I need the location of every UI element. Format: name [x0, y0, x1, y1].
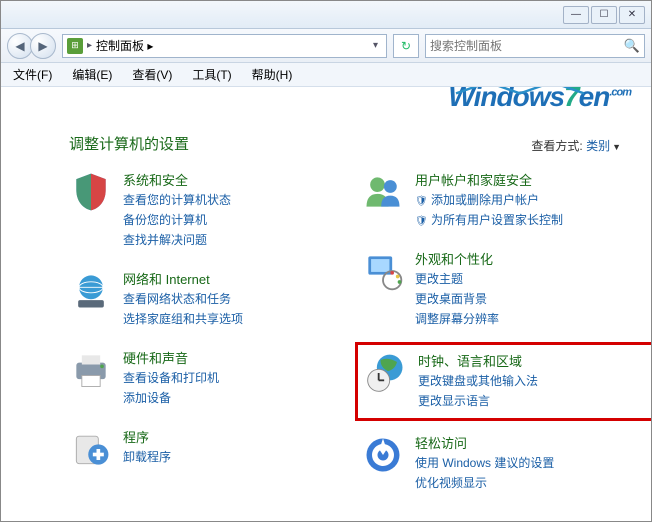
- cat-programs: 程序 卸载程序: [69, 427, 339, 471]
- control-panel-window: — ☐ ✕ ◀ ▶ ⊞ ▸ 控制面板 ▸ ▾ ↻ 🔍 文件(F) 编辑(E) 查…: [0, 0, 652, 522]
- users-icon: [361, 170, 405, 214]
- menu-file[interactable]: 文件(F): [9, 64, 56, 85]
- cat-clock-language-region: 时钟、语言和区域 更改键盘或其他输入法 更改显示语言: [355, 342, 651, 421]
- refresh-button[interactable]: ↻: [393, 34, 419, 58]
- menu-help[interactable]: 帮助(H): [248, 64, 297, 85]
- breadcrumb[interactable]: 控制面板 ▸: [96, 37, 365, 54]
- cat-link[interactable]: 更改桌面背景: [415, 290, 499, 308]
- cat-title[interactable]: 网络和 Internet: [123, 269, 243, 288]
- navbar: ◀ ▶ ⊞ ▸ 控制面板 ▸ ▾ ↻ 🔍: [1, 29, 651, 63]
- cat-title[interactable]: 轻松访问: [415, 433, 554, 452]
- ease-of-access-icon: [361, 433, 405, 477]
- cat-title[interactable]: 系统和安全: [123, 170, 231, 189]
- cat-link[interactable]: 查看您的计算机状态: [123, 191, 231, 209]
- nav-buttons: ◀ ▶: [7, 33, 56, 59]
- clock-globe-icon: [364, 351, 408, 395]
- category-grid: 系统和安全 查看您的计算机状态 备份您的计算机 查找并解决问题 网络和 Inte…: [69, 170, 631, 492]
- minimize-button[interactable]: —: [563, 6, 589, 24]
- maximize-button[interactable]: ☐: [591, 6, 617, 24]
- cat-link[interactable]: 🛡 为所有用户设置家长控制: [415, 211, 563, 229]
- printer-icon: [69, 348, 113, 392]
- cat-link[interactable]: 查找并解决问题: [123, 231, 231, 249]
- menu-edit[interactable]: 编辑(E): [68, 64, 116, 85]
- cat-appearance: 外观和个性化 更改主题 更改桌面背景 调整屏幕分辨率: [361, 249, 631, 328]
- left-column: 系统和安全 查看您的计算机状态 备份您的计算机 查找并解决问题 网络和 Inte…: [69, 170, 339, 492]
- address-bar[interactable]: ⊞ ▸ 控制面板 ▸ ▾: [62, 34, 387, 58]
- cat-user-accounts: 用户帐户和家庭安全 🛡 添加或删除用户帐户 🛡 为所有用户设置家长控制: [361, 170, 631, 229]
- cat-link[interactable]: 备份您的计算机: [123, 211, 231, 229]
- cat-title[interactable]: 硬件和声音: [123, 348, 219, 367]
- search-icon[interactable]: 🔍: [624, 38, 640, 54]
- cat-link[interactable]: 选择家庭组和共享选项: [123, 310, 243, 328]
- cat-link[interactable]: 更改键盘或其他输入法: [418, 372, 538, 390]
- right-column: 用户帐户和家庭安全 🛡 添加或删除用户帐户 🛡 为所有用户设置家长控制 外观和个…: [361, 170, 631, 492]
- globe-network-icon: [69, 269, 113, 313]
- cat-link[interactable]: 查看设备和打印机: [123, 369, 219, 387]
- cat-title[interactable]: 程序: [123, 427, 171, 446]
- shield-icon: [69, 170, 113, 214]
- cat-link[interactable]: 使用 Windows 建议的设置: [415, 454, 554, 472]
- close-button[interactable]: ✕: [619, 6, 645, 24]
- cat-link[interactable]: 🛡 添加或删除用户帐户: [415, 191, 563, 209]
- cat-link[interactable]: 添加设备: [123, 389, 219, 407]
- cat-hardware-sound: 硬件和声音 查看设备和打印机 添加设备: [69, 348, 339, 407]
- cat-title[interactable]: 时钟、语言和区域: [418, 351, 538, 370]
- cat-link[interactable]: 优化视频显示: [415, 474, 554, 492]
- menubar: 文件(F) 编辑(E) 查看(V) 工具(T) 帮助(H): [1, 63, 651, 87]
- cat-link[interactable]: 更改显示语言: [418, 392, 538, 410]
- search-input[interactable]: [430, 39, 624, 53]
- view-mode-value[interactable]: 类别▼: [586, 139, 621, 153]
- breadcrumb-sep: ▸: [87, 40, 92, 51]
- watermark-logo: Windows7en.com: [448, 87, 631, 113]
- titlebar: — ☐ ✕: [1, 1, 651, 29]
- menu-tools[interactable]: 工具(T): [188, 64, 235, 85]
- view-mode-label: 查看方式:: [531, 139, 582, 153]
- programs-icon: [69, 427, 113, 471]
- search-box[interactable]: 🔍: [425, 34, 645, 58]
- cat-ease-of-access: 轻松访问 使用 Windows 建议的设置 优化视频显示: [361, 433, 631, 492]
- menu-view[interactable]: 查看(V): [128, 64, 176, 85]
- cat-title[interactable]: 外观和个性化: [415, 249, 499, 268]
- content-area: Windows7en.com 调整计算机的设置 查看方式: 类别▼ 系统和安全 …: [1, 87, 651, 521]
- cat-title[interactable]: 用户帐户和家庭安全: [415, 170, 563, 189]
- cat-link[interactable]: 查看网络状态和任务: [123, 290, 243, 308]
- cat-link[interactable]: 更改主题: [415, 270, 499, 288]
- cat-link[interactable]: 卸载程序: [123, 448, 171, 466]
- forward-button[interactable]: ▶: [30, 33, 56, 59]
- cat-system-security: 系统和安全 查看您的计算机状态 备份您的计算机 查找并解决问题: [69, 170, 339, 249]
- view-mode: 查看方式: 类别▼: [531, 137, 621, 154]
- appearance-icon: [361, 249, 405, 293]
- cat-link[interactable]: 调整屏幕分辨率: [415, 310, 499, 328]
- address-dropdown[interactable]: ▾: [369, 40, 382, 51]
- control-panel-icon: ⊞: [67, 38, 83, 54]
- cat-network-internet: 网络和 Internet 查看网络状态和任务 选择家庭组和共享选项: [69, 269, 339, 328]
